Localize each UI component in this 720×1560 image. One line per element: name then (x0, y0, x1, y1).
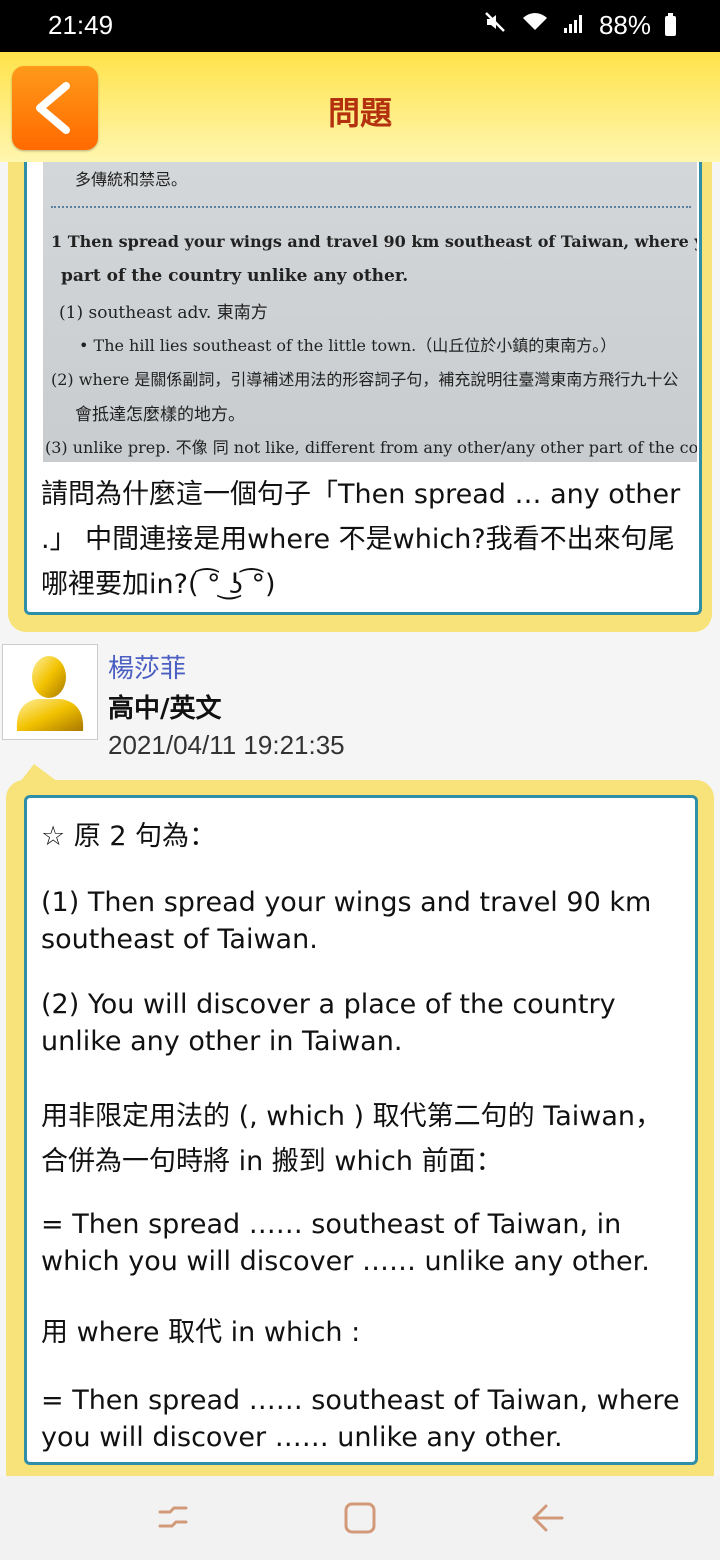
question-card: 多傳統和禁忌。 1 Then spread your wings and tra… (8, 162, 712, 632)
mute-icon (483, 10, 507, 41)
status-icons: 88% (483, 10, 676, 41)
answer-line: (1) Then spread your wings and travel 90… (41, 887, 652, 955)
author-subject: 高中/英文 (108, 694, 222, 724)
answer-line: = Then spread …… southeast of Taiwan, wh… (41, 1385, 680, 1453)
signal-icon (563, 10, 585, 41)
wifi-icon (521, 10, 549, 41)
nav-back-button[interactable] (528, 1498, 568, 1538)
user-silhouette-icon (16, 656, 84, 731)
answer-line: = Then spread …… southeast of Taiwan, in… (41, 1209, 650, 1277)
answer-timestamp: 2021/04/11 19:21:35 (108, 730, 345, 760)
answer-card: ☆ 原 2 句為： (1) Then spread your wings and… (6, 780, 714, 1480)
system-nav-bar (0, 1476, 720, 1560)
photo-line: (1) southeast adv. 東南方 (59, 303, 268, 323)
battery-percent: 88% (598, 10, 651, 40)
back-arrow-icon (532, 1504, 564, 1532)
home-icon (344, 1502, 376, 1534)
question-content: 多傳統和禁忌。 1 Then spread your wings and tra… (24, 162, 702, 615)
photo-line: 會抵達怎麼樣的地方。 (75, 405, 245, 425)
question-text: 請問為什麼這一個句子「Then spread … any other .」 中間… (41, 479, 681, 600)
status-bar: 21:49 88% (0, 0, 720, 52)
avatar (2, 644, 98, 740)
answer-line: ☆ 原 2 句為： (41, 821, 217, 852)
recent-apps-icon (158, 1506, 188, 1528)
photo-line: 多傳統和禁忌。 (75, 170, 188, 189)
recent-apps-button[interactable] (154, 1498, 194, 1538)
battery-icon (665, 12, 676, 36)
photo-line: (2) where 是關係副詞，引導補述用法的形容詞子句，補充說明往臺灣東南方飛… (51, 370, 679, 389)
photo-line: • The hill lies southeast of the little … (79, 336, 617, 355)
page-title: 問題 (327, 94, 392, 132)
answer-author: 楊莎菲 高中/英文 2021/04/11 19:21:35 (0, 642, 720, 762)
photo-line: part of the country unlike any other. (61, 266, 409, 286)
status-time: 21:49 (48, 10, 114, 40)
app-header: 問題 (0, 52, 720, 162)
answer-line: (2) You will discover a place of the cou… (41, 989, 616, 1057)
answer-line: 用 where 取代 in which : (41, 1317, 361, 1348)
photo-line: (3) unlike prep. 不像 同 not like, differen… (45, 438, 697, 457)
author-name[interactable]: 楊莎菲 (108, 648, 186, 685)
answer-content: ☆ 原 2 句為： (1) Then spread your wings and… (24, 795, 698, 1465)
question-photo[interactable]: 多傳統和禁忌。 1 Then spread your wings and tra… (43, 162, 697, 462)
photo-divider (51, 206, 691, 208)
home-button[interactable] (340, 1498, 380, 1538)
answer-line: 用非限定用法的 (, which ) 取代第二句的 Taiwan， 合併為一句時… (41, 1101, 663, 1177)
photo-line: 1 Then spread your wings and travel 90 k… (51, 232, 697, 251)
